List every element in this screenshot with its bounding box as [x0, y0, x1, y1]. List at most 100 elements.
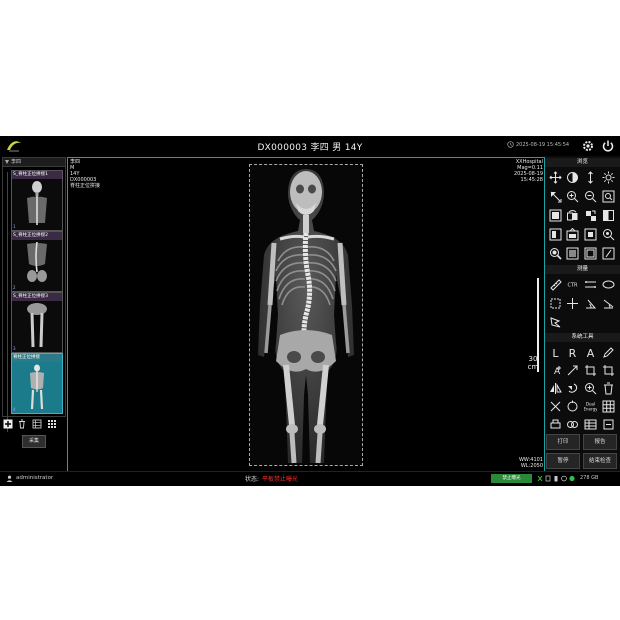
report-button[interactable]: 报告: [583, 434, 617, 450]
list-view-icon[interactable]: [32, 419, 42, 429]
brightness-icon[interactable]: [602, 171, 615, 184]
transform-icon[interactable]: [602, 364, 615, 377]
image-viewer[interactable]: 李四 M 14Y DX000003 脊柱正位拼接 XXHospital Mag=…: [67, 157, 545, 472]
pause-button[interactable]: 暂停: [546, 453, 580, 469]
export-icon[interactable]: [602, 418, 615, 431]
zoom-in-icon[interactable]: [566, 190, 579, 203]
app-window: DX000003 李四 男 14Y 2025-08-19 15:45:54 李四…: [0, 136, 620, 486]
series-label: 脊柱正位拼接: [12, 354, 62, 362]
table-icon[interactable]: [584, 418, 597, 431]
marker-r-icon[interactable]: R: [566, 346, 579, 359]
reset-icon[interactable]: [566, 400, 579, 413]
study-name: 李四: [11, 159, 22, 165]
delete-icon[interactable]: [602, 382, 615, 395]
xray-thumbnail: [27, 303, 47, 348]
pan-icon[interactable]: [549, 171, 562, 184]
delete-icon[interactable]: [17, 419, 27, 429]
print-small-icon[interactable]: [549, 418, 562, 431]
rotate-left-icon[interactable]: [566, 209, 579, 222]
angle-icon[interactable]: [584, 297, 597, 310]
measure-section-title: 测量: [545, 265, 620, 274]
series-label: S_脊柱正位拼接1: [12, 171, 62, 179]
svg-text:R: R: [569, 347, 577, 359]
flip-vertical-icon[interactable]: [584, 171, 597, 184]
clock-icon: [507, 141, 514, 148]
layout-icon[interactable]: [549, 228, 562, 241]
ok-icon: [569, 475, 575, 482]
edit-icon[interactable]: [602, 247, 615, 260]
grid-icon[interactable]: [602, 400, 615, 413]
compare-icon[interactable]: [566, 418, 579, 431]
xray-body: [258, 169, 354, 464]
block-exposure-button[interactable]: 禁止曝光: [491, 474, 532, 483]
zoom-actual-icon[interactable]: [549, 247, 562, 260]
series-index: 2: [13, 285, 16, 290]
magnifier-icon[interactable]: [602, 228, 615, 241]
add-icon[interactable]: [3, 419, 13, 429]
zoom-tool-icon[interactable]: [584, 382, 597, 395]
collapse-icon[interactable]: [5, 160, 9, 164]
series-index: 3: [13, 346, 16, 351]
full-screen-icon[interactable]: [584, 228, 597, 241]
crop-tool-icon[interactable]: [584, 364, 597, 377]
fit-icon[interactable]: [602, 190, 615, 203]
status-bar: administrator 状态: 平板禁止曝光 禁止曝光 278 GB: [0, 471, 620, 486]
ctr-icon[interactable]: CTR: [566, 278, 579, 291]
scale-label: 30 cm: [526, 355, 540, 371]
series-thumbnail-4[interactable]: 脊柱正位拼接 4: [11, 353, 63, 414]
window-preset-icon[interactable]: [566, 228, 579, 241]
invert-icon[interactable]: [549, 209, 562, 222]
series-thumbnail-3[interactable]: S_脊柱正位拼接3 3: [11, 292, 63, 353]
window-icon[interactable]: [584, 247, 597, 260]
xray-image[interactable]: [249, 164, 363, 466]
line-measure-icon[interactable]: [584, 278, 597, 291]
collect-button[interactable]: 采集: [22, 435, 46, 448]
power-icon[interactable]: [601, 139, 615, 153]
gear-icon[interactable]: [581, 139, 595, 153]
grid-view-icon[interactable]: [47, 419, 57, 429]
marker-a-icon[interactable]: A: [584, 346, 597, 359]
finish-exam-button[interactable]: 结束检查: [583, 453, 617, 469]
rect-icon[interactable]: [549, 297, 562, 310]
pen-icon[interactable]: [602, 346, 615, 359]
datetime: 2025-08-19 15:45:54: [516, 142, 570, 148]
clear-icon[interactable]: [549, 400, 562, 413]
study-panel: 李四 S_脊柱正位拼接1 1 S_脊柱正位拼接2 2 S_脊柱正位拼接3 3 脊…: [2, 157, 66, 432]
overlay-wl: WL:2050: [520, 463, 543, 469]
study-header[interactable]: 李四: [3, 158, 65, 167]
zoom-region-icon[interactable]: [566, 247, 579, 260]
arrow-icon[interactable]: [566, 364, 579, 377]
system-section-title: 系统工具: [545, 333, 620, 342]
series-index: 4: [13, 407, 16, 412]
freehand-icon[interactable]: [549, 316, 562, 329]
battery-icon: [554, 476, 558, 482]
ruler-icon[interactable]: [549, 278, 562, 291]
zoom-out-icon[interactable]: [584, 190, 597, 203]
text-icon[interactable]: A: [549, 364, 562, 377]
contrast-icon[interactable]: [566, 171, 579, 184]
flip-horizontal-icon[interactable]: [602, 209, 615, 222]
dual-energy-icon[interactable]: Dual Energy: [584, 400, 597, 413]
crop-icon[interactable]: [549, 190, 562, 203]
link-icon: [537, 475, 543, 482]
series-thumbnail-2[interactable]: S_脊柱正位拼接2 2: [11, 231, 63, 292]
svg-text:L: L: [552, 347, 559, 359]
cobb-angle-icon[interactable]: [602, 297, 615, 310]
user-icon: [6, 475, 13, 482]
rotate-right-icon[interactable]: [584, 209, 597, 222]
scale-unit: cm: [527, 363, 539, 371]
rotate-tool-icon[interactable]: [566, 382, 579, 395]
print-button[interactable]: 打印: [546, 434, 580, 450]
series-index: 1: [13, 224, 16, 229]
crosshair-icon[interactable]: [566, 297, 579, 310]
marker-l-icon[interactable]: L: [549, 346, 562, 359]
xray-thumbnail: [27, 181, 47, 225]
xray-thumbnail: [30, 364, 44, 410]
overlay-top-left: 李四 M 14Y DX000003 脊柱正位拼接: [70, 159, 100, 189]
xray-thumbnail: [27, 242, 47, 282]
series-thumbnail-1[interactable]: S_脊柱正位拼接1 1: [11, 170, 63, 231]
detector-icon: [545, 475, 551, 482]
mirror-icon[interactable]: [549, 382, 562, 395]
overlay-top-right: XXHospital Mag=0.11 2025-08-19 15:45:28: [514, 159, 543, 183]
ellipse-icon[interactable]: [602, 278, 615, 291]
